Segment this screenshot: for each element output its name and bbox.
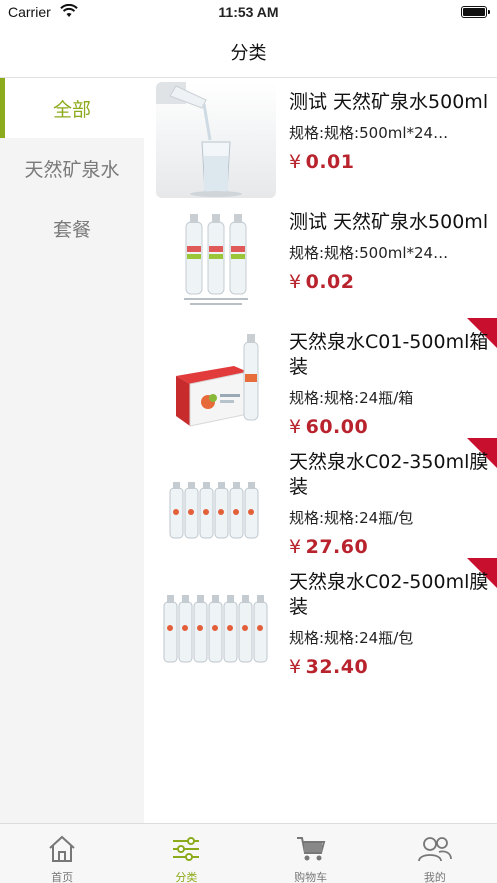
- category-sidebar: 全部 天然矿泉水 套餐: [0, 78, 144, 823]
- product-name: 天然泉水C01-500ml箱装: [289, 331, 489, 378]
- currency-symbol: ¥: [289, 271, 302, 293]
- category-item-mineral-water[interactable]: 天然矿泉水: [0, 138, 144, 198]
- currency-symbol: ¥: [289, 536, 302, 558]
- tab-label: 购物车: [294, 871, 328, 883]
- product-card[interactable]: 天然泉水C01-500ml箱装 规格:规格:24瓶/箱 ¥60.00: [144, 318, 497, 438]
- users-icon: [417, 835, 453, 867]
- three-bottles-image: [156, 202, 276, 318]
- product-price: ¥32.40: [289, 656, 491, 678]
- tab-category[interactable]: 分类: [124, 824, 248, 883]
- product-name: 测试 天然矿泉水500ml: [289, 211, 489, 233]
- product-card[interactable]: 测试 天然矿泉水500ml 规格:规格:500ml*24… ¥0.01: [144, 78, 497, 198]
- currency-symbol: ¥: [289, 151, 302, 173]
- product-spec: 规格:规格:500ml*24…: [289, 124, 449, 142]
- product-info: 测试 天然矿泉水500ml 规格:规格:500ml*24… ¥0.01: [289, 90, 491, 173]
- product-name: 天然泉水C02-350ml膜装: [289, 451, 489, 498]
- cart-icon: [295, 835, 327, 867]
- product-price: ¥0.01: [289, 151, 491, 173]
- product-list[interactable]: 测试 天然矿泉水500ml 规格:规格:500ml*24… ¥0.01 测试 天…: [144, 78, 497, 823]
- product-spec: 规格:规格:24瓶/包: [289, 629, 414, 647]
- price-value: 0.01: [305, 151, 355, 173]
- price-value: 60.00: [305, 416, 369, 438]
- status-time: 11:53 AM: [218, 4, 279, 20]
- product-price: ¥27.60: [289, 536, 491, 558]
- price-value: 27.60: [305, 536, 369, 558]
- product-spec: 规格:规格:500ml*24…: [289, 244, 449, 262]
- product-info: 天然泉水C01-500ml箱装 规格:规格:24瓶/箱 ¥60.00: [289, 330, 491, 438]
- tab-home[interactable]: 首页: [0, 824, 124, 883]
- bottle-pack-image: [156, 562, 276, 678]
- water-box-image: [156, 322, 276, 438]
- product-card[interactable]: 天然泉水C02-350ml膜装 规格:规格:24瓶/包 ¥27.60: [144, 438, 497, 558]
- sliders-icon: [171, 835, 201, 867]
- tab-mine[interactable]: 我的: [373, 824, 497, 883]
- status-bar: Carrier 11:53 AM: [0, 0, 497, 26]
- tab-label: 我的: [423, 871, 446, 883]
- category-label: 套餐: [52, 218, 91, 241]
- category-label: 全部: [52, 98, 91, 121]
- tab-cart[interactable]: 购物车: [249, 824, 373, 883]
- tab-label: 分类: [175, 871, 198, 883]
- price-value: 32.40: [305, 656, 369, 678]
- product-info: 天然泉水C02-500ml膜装 规格:规格:24瓶/包 ¥32.40: [289, 570, 491, 678]
- product-card[interactable]: 天然泉水C02-500ml膜装 规格:规格:24瓶/包 ¥32.40: [144, 558, 497, 678]
- currency-symbol: ¥: [289, 416, 302, 438]
- product-card[interactable]: 测试 天然矿泉水500ml 规格:规格:500ml*24… ¥0.02: [144, 198, 497, 318]
- page-title: 分类: [230, 43, 267, 64]
- product-info: 天然泉水C02-350ml膜装 规格:规格:24瓶/包 ¥27.60: [289, 450, 491, 558]
- product-price: ¥60.00: [289, 416, 491, 438]
- product-price: ¥0.02: [289, 271, 491, 293]
- product-spec: 规格:规格:24瓶/箱: [289, 389, 414, 407]
- category-item-all[interactable]: 全部: [0, 78, 144, 138]
- water-pour-image: [156, 82, 276, 198]
- tab-label: 首页: [51, 871, 74, 883]
- product-name: 测试 天然矿泉水500ml: [289, 91, 489, 113]
- product-spec: 规格:规格:24瓶/包: [289, 509, 414, 527]
- price-value: 0.02: [305, 271, 355, 293]
- product-name: 天然泉水C02-500ml膜装: [289, 571, 489, 618]
- bottle-pack-image: [156, 442, 276, 558]
- category-item-package[interactable]: 套餐: [0, 198, 144, 258]
- category-label: 天然矿泉水: [24, 158, 120, 181]
- product-info: 测试 天然矿泉水500ml 规格:规格:500ml*24… ¥0.02: [289, 210, 491, 293]
- navigation-bar: 分类: [0, 26, 497, 78]
- currency-symbol: ¥: [289, 656, 302, 678]
- battery-icon: [461, 6, 490, 18]
- tab-bar: 首页 分类 购物车 我的: [0, 823, 497, 883]
- home-icon: [47, 835, 77, 867]
